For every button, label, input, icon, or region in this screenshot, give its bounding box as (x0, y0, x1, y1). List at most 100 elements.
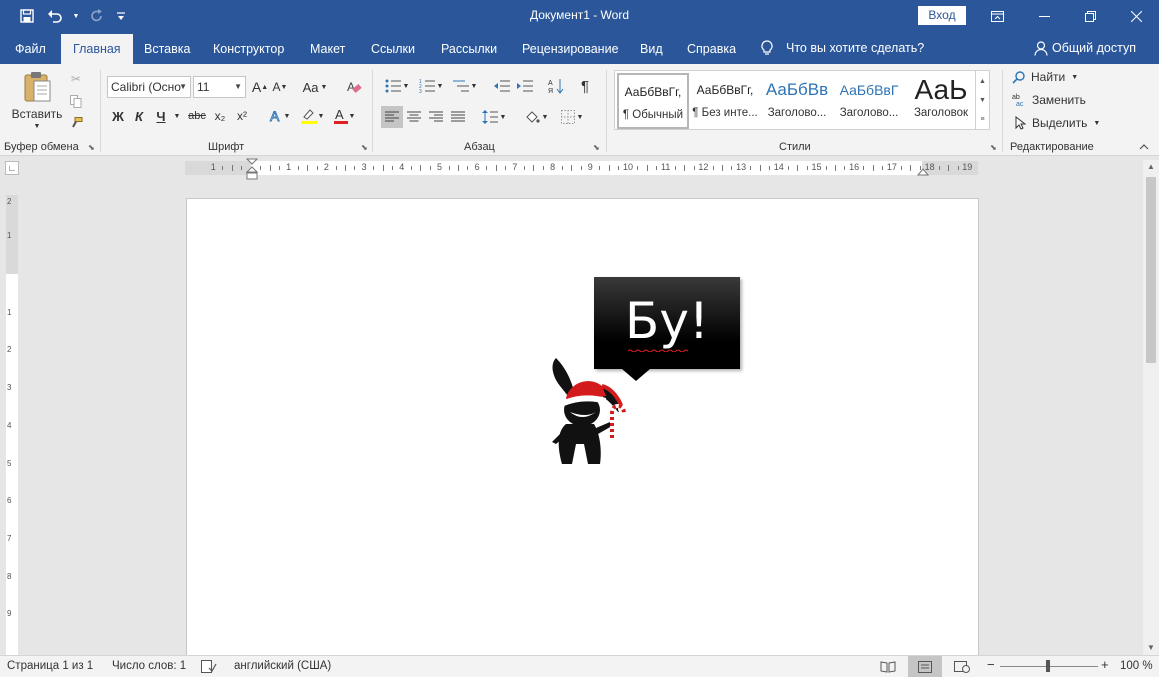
scroll-down-icon[interactable]: ▼ (1143, 641, 1159, 655)
bunny-with-santa-hat-image[interactable] (546, 352, 628, 466)
customize-qat-icon[interactable] (114, 6, 128, 26)
show-formatting-marks-button[interactable]: ¶ (575, 76, 595, 96)
scroll-up-icon[interactable]: ▲ (1143, 160, 1159, 174)
tab-references[interactable]: Ссылки (371, 34, 415, 64)
chevron-down-icon[interactable]: ▼ (171, 106, 183, 126)
shrink-font-button[interactable]: A ▼ (271, 77, 289, 97)
gallery-more-icon[interactable]: ≡ (975, 110, 989, 129)
undo-dropdown-icon[interactable]: ▼ (72, 6, 80, 26)
paste-button[interactable]: Вставить ▼ (8, 68, 66, 132)
style-normal[interactable]: АаБбВвГг, ¶ Обычный (617, 73, 689, 129)
tab-design[interactable]: Конструктор (213, 34, 284, 64)
borders-button[interactable]: ▼ (556, 106, 588, 128)
shading-button[interactable]: ▼ (520, 106, 552, 128)
tab-home[interactable]: Главная (61, 34, 133, 64)
chevron-down-icon[interactable]: ▼ (179, 77, 187, 97)
print-layout-icon[interactable] (908, 656, 942, 677)
subscript-button[interactable]: x₂ (210, 106, 230, 126)
redo-icon[interactable] (86, 6, 108, 26)
replace-button[interactable]: ab ac Заменить (1012, 93, 1086, 107)
vertical-scrollbar[interactable]: ▲ ▼ (1143, 160, 1159, 655)
web-layout-icon[interactable] (945, 656, 979, 677)
multilevel-list-button[interactable]: ▼ (449, 76, 481, 96)
numbering-button[interactable]: 1 2 3 ▼ (415, 76, 447, 96)
select-button[interactable]: Выделить ▼ (1015, 116, 1100, 130)
minimize-icon[interactable] (1021, 0, 1067, 32)
style-heading-2[interactable]: АаБбВвГ Заголово... (833, 73, 905, 129)
copy-icon[interactable] (66, 92, 86, 110)
decrease-indent-icon[interactable] (491, 76, 513, 96)
tab-help[interactable]: Справка (687, 34, 736, 64)
font-size-combo[interactable]: 11 ▼ (193, 76, 246, 98)
style-heading-1[interactable]: АаБбВв Заголово... (761, 73, 833, 129)
style-no-spacing[interactable]: АаБбВвГг, ¶ Без инте... (689, 73, 761, 129)
zoom-level[interactable]: 100 % (1120, 660, 1153, 672)
line-spacing-button[interactable]: ▼ (478, 106, 510, 128)
strikethrough-button[interactable]: abc (186, 106, 208, 126)
increase-indent-icon[interactable] (514, 76, 536, 96)
gallery-scroll-down-icon[interactable]: ▼ (975, 91, 989, 110)
grow-font-button[interactable]: A ▲ (251, 77, 269, 97)
collapse-ribbon-icon[interactable] (1137, 140, 1151, 154)
proofing-icon[interactable] (201, 660, 217, 676)
close-icon[interactable] (1113, 0, 1159, 32)
italic-button[interactable]: К (130, 106, 148, 126)
text-effects-button[interactable]: A ▼ (264, 106, 294, 126)
tab-view[interactable]: Вид (640, 34, 663, 64)
save-icon[interactable] (16, 6, 38, 26)
ruler-tick (486, 166, 487, 170)
underline-button[interactable]: Ч (152, 106, 170, 126)
zoom-slider-thumb[interactable] (1046, 660, 1050, 672)
change-case-button[interactable]: Aa ▼ (300, 77, 330, 97)
superscript-button[interactable]: x² (232, 106, 252, 126)
cut-icon[interactable]: ✂ (66, 70, 86, 88)
undo-icon[interactable] (44, 6, 66, 26)
zoom-in-icon[interactable]: + (1101, 657, 1109, 672)
word-count[interactable]: Число слов: 1 (112, 660, 186, 672)
font-color-button[interactable]: A ▼ (328, 106, 360, 126)
language-indicator[interactable]: английский (США) (234, 660, 331, 672)
align-center-icon[interactable] (403, 106, 425, 128)
find-button[interactable]: Найти ▼ (1012, 70, 1078, 84)
tab-review[interactable]: Рецензирование (522, 34, 619, 64)
scrollbar-thumb[interactable] (1146, 177, 1156, 363)
tell-me-box[interactable]: Что вы хотите сделать? (760, 32, 924, 64)
sort-icon[interactable]: AЯ (546, 76, 566, 96)
font-launcher-icon[interactable]: ⬊ (361, 143, 368, 152)
tab-insert[interactable]: Вставка (144, 34, 190, 64)
bullets-button[interactable]: ▼ (381, 76, 413, 96)
vertical-ruler[interactable]: 2 1 1 2 3 4 5 6 7 8 9 (6, 195, 18, 655)
tab-file[interactable]: Файл (15, 34, 46, 64)
ruler-number: 9 (7, 609, 12, 619)
justify-icon[interactable] (447, 106, 469, 128)
ruler-tick (760, 165, 761, 171)
restore-icon[interactable] (1067, 0, 1113, 32)
zoom-out-icon[interactable]: − (987, 657, 995, 672)
align-left-icon[interactable] (381, 106, 403, 128)
paragraph-launcher-icon[interactable]: ⬊ (593, 143, 600, 152)
share-button[interactable]: Общий доступ (1034, 32, 1136, 64)
font-name-combo[interactable]: Calibri (Осно ▼ (107, 76, 191, 98)
bold-button[interactable]: Ж (109, 106, 127, 126)
tab-layout[interactable]: Макет (310, 34, 345, 64)
style-title[interactable]: АаЬ Заголовок (905, 73, 977, 129)
right-indent-marker[interactable] (917, 166, 929, 176)
align-right-icon[interactable] (425, 106, 447, 128)
tab-mailings[interactable]: Рассылки (441, 34, 497, 64)
ribbon-display-options-icon[interactable] (974, 0, 1020, 32)
gallery-scroll-up-icon[interactable]: ▲ (975, 71, 989, 91)
format-painter-icon[interactable] (66, 114, 86, 132)
signin-button[interactable]: Вход (918, 6, 966, 25)
read-mode-icon[interactable] (871, 656, 905, 677)
page-count[interactable]: Страница 1 из 1 (7, 660, 93, 672)
indent-markers[interactable] (246, 158, 258, 180)
callout-text[interactable]: Бу! (594, 286, 740, 356)
horizontal-ruler[interactable]: 1 1 2 3 4 5 6 7 8 9 10 11 12 13 14 15 16 17 18 19 (185, 161, 978, 175)
tab-selector[interactable]: ∟ (5, 161, 19, 175)
highlight-button[interactable]: ▼ (296, 106, 328, 126)
chevron-down-icon[interactable]: ▼ (234, 77, 242, 97)
clipboard-launcher-icon[interactable]: ⬊ (88, 143, 95, 152)
svg-text:ac: ac (1016, 101, 1024, 107)
clear-formatting-icon[interactable]: A (344, 77, 364, 97)
styles-launcher-icon[interactable]: ⬊ (990, 143, 997, 152)
